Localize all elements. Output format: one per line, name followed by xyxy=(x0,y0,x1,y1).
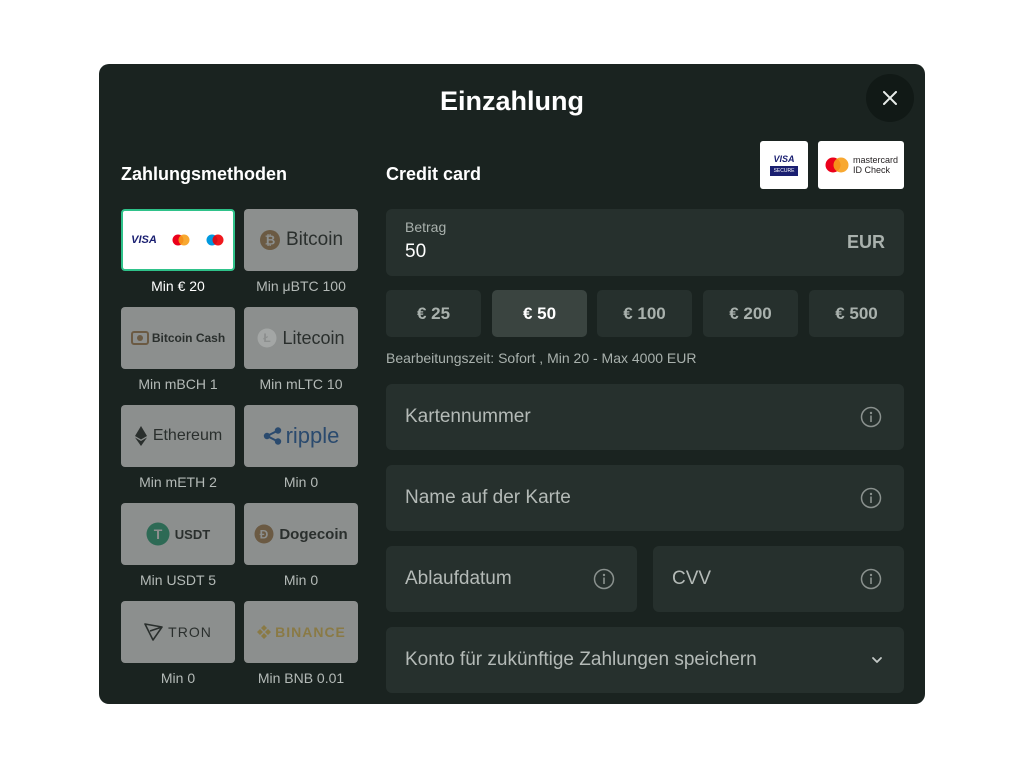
ripple-icon xyxy=(263,427,281,445)
method-binance-min: Min BNB 0.01 xyxy=(257,670,345,686)
method-tron[interactable]: TRON xyxy=(121,601,235,663)
dogecoin-icon: Ð xyxy=(254,524,274,544)
binance-label: BINANCE xyxy=(275,624,346,640)
method-ripple-min: Min 0 xyxy=(283,474,319,490)
method-usdt[interactable]: T USDT xyxy=(121,503,235,565)
save-account-label: Konto für zukünftige Zahlungen speichern xyxy=(405,649,757,670)
bitcoin-cash-label: Bitcoin Cash xyxy=(151,331,226,345)
card-name-field[interactable]: Name auf der Karte xyxy=(386,465,904,531)
method-dogecoin-min: Min 0 xyxy=(283,572,319,588)
info-icon[interactable] xyxy=(860,487,882,509)
dogecoin-label: Dogecoin xyxy=(279,525,348,543)
svg-text:Ł: Ł xyxy=(264,331,271,345)
mastercard-icon xyxy=(172,234,190,246)
info-icon[interactable] xyxy=(860,406,882,428)
method-ripple[interactable]: ripple xyxy=(244,405,358,467)
credit-card-title: Credit card xyxy=(386,164,482,184)
method-bitcoin[interactable]: ₿ Bitcoin xyxy=(244,209,358,271)
expiry-placeholder: Ablaufdatum xyxy=(405,568,512,589)
bitcoin-icon: ₿ xyxy=(259,230,280,250)
expiry-field[interactable]: Ablaufdatum xyxy=(386,546,637,612)
visa-secure-badge: SECURE xyxy=(769,166,799,176)
ethereum-icon xyxy=(134,426,147,446)
amount-chip-500[interactable]: € 500 xyxy=(809,290,904,337)
amount-label: Betrag xyxy=(405,219,447,235)
amount-field[interactable]: Betrag 50 EUR xyxy=(386,209,904,276)
mc-logo-line1: mastercard xyxy=(852,155,898,165)
mastercard-logo-icon xyxy=(825,157,849,173)
svg-text:Ð: Ð xyxy=(260,528,269,542)
card-number-field[interactable]: Kartennummer xyxy=(386,384,904,450)
method-litecoin-min: Min mLTC 10 xyxy=(259,376,343,392)
tether-icon: T xyxy=(146,522,170,546)
bitcoin-cash-icon xyxy=(130,331,149,345)
mc-logo-line2: ID Check xyxy=(852,165,890,175)
info-icon[interactable] xyxy=(860,568,882,590)
method-dogecoin[interactable]: Ð Dogecoin xyxy=(244,503,358,565)
card-number-placeholder: Kartennummer xyxy=(405,406,531,427)
method-card-min: Min € 20 xyxy=(151,278,205,294)
amount-chip-200[interactable]: € 200 xyxy=(703,290,798,337)
info-icon[interactable] xyxy=(593,568,615,590)
mastercard-id-check-logo: mastercard ID Check xyxy=(818,141,904,189)
maestro-icon xyxy=(206,234,224,246)
method-tron-min: Min 0 xyxy=(160,670,196,686)
method-usdt-min: Min USDT 5 xyxy=(140,572,216,588)
ripple-label: ripple xyxy=(285,423,340,448)
svg-text:T: T xyxy=(154,526,163,542)
processing-info: Bearbeitungszeit: Sofort , Min 20 - Max … xyxy=(386,350,697,366)
method-bitcoin-cash[interactable]: Bitcoin Cash xyxy=(121,307,235,369)
method-card[interactable]: VISA xyxy=(121,209,235,271)
litecoin-icon: Ł xyxy=(257,328,277,348)
payment-methods-title: Zahlungsmethoden xyxy=(121,164,287,184)
close-icon xyxy=(883,91,897,105)
visa-secure-text: VISA xyxy=(773,154,795,164)
save-account-dropdown[interactable]: Konto für zukünftige Zahlungen speichern xyxy=(386,627,904,693)
svg-text:₿: ₿ xyxy=(265,233,276,248)
chevron-down-icon xyxy=(872,657,882,663)
litecoin-label: Litecoin xyxy=(282,327,345,348)
cvv-placeholder: CVV xyxy=(672,568,712,589)
cvv-field[interactable]: CVV xyxy=(653,546,904,612)
modal-title: Einzahlung xyxy=(440,86,584,116)
method-binance[interactable]: BINANCE xyxy=(244,601,358,663)
deposit-modal: Einzahlung Zahlungsmethoden VISA Min € 2… xyxy=(99,64,925,704)
method-bitcoin-cash-min: Min mBCH 1 xyxy=(138,376,218,392)
method-litecoin[interactable]: Ł Litecoin xyxy=(244,307,358,369)
amount-value[interactable]: 50 xyxy=(405,241,426,263)
bitcoin-label: Bitcoin xyxy=(285,229,344,250)
method-ethereum-min: Min mETH 2 xyxy=(139,474,217,490)
amount-chip-25[interactable]: € 25 xyxy=(386,290,481,337)
amount-chip-50[interactable]: € 50 xyxy=(492,290,587,337)
ethereum-label: Ethereum xyxy=(152,427,223,444)
binance-icon xyxy=(257,625,272,639)
tron-icon xyxy=(144,623,163,641)
amount-chip-100[interactable]: € 100 xyxy=(597,290,692,337)
visa-secure-logo: VISA SECURE xyxy=(760,141,808,189)
visa-icon: VISA xyxy=(131,234,157,246)
amount-currency: EUR xyxy=(846,232,885,252)
tron-label: TRON xyxy=(168,624,212,640)
method-bitcoin-min: Min μBTC 100 xyxy=(256,278,346,294)
usdt-label: USDT xyxy=(174,526,211,542)
close-button[interactable] xyxy=(866,74,914,122)
method-ethereum[interactable]: Ethereum xyxy=(121,405,235,467)
card-name-placeholder: Name auf der Karte xyxy=(405,487,571,508)
